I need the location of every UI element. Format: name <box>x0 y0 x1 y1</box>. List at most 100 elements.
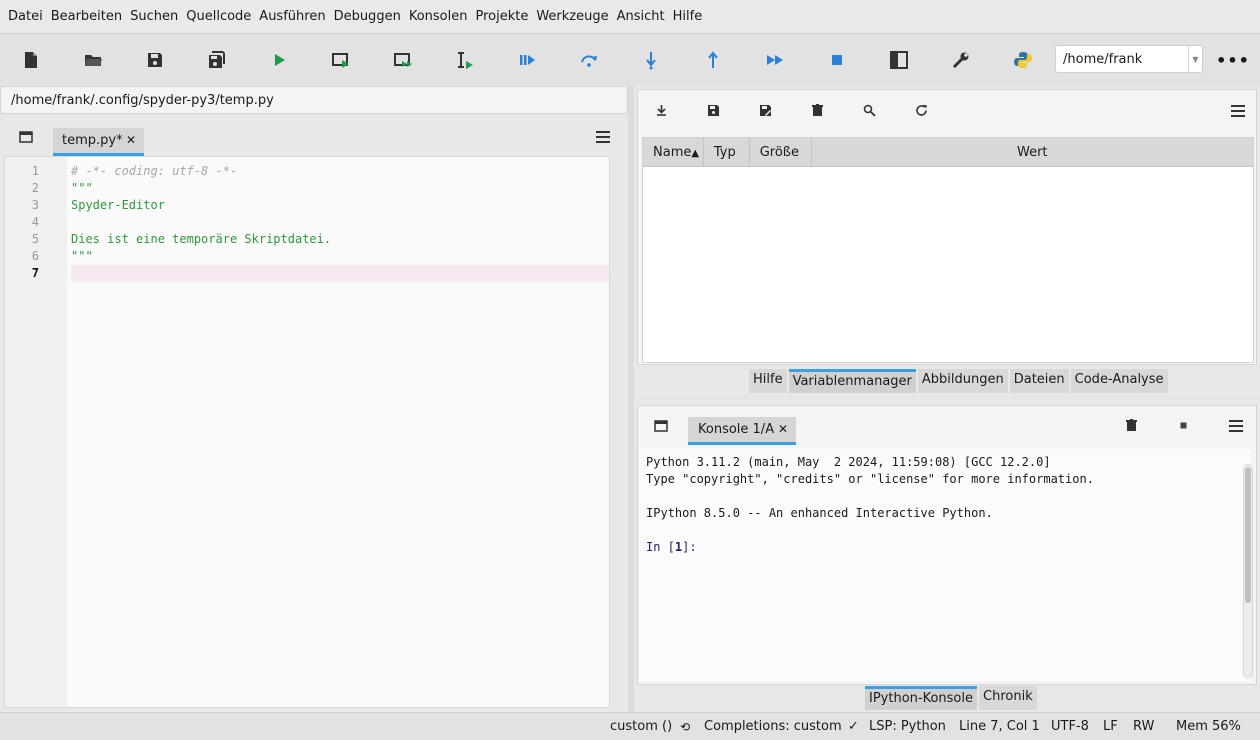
line-number: 4 <box>31 215 39 229</box>
variable-table[interactable]: Name▲ Typ Größe Wert <box>642 137 1254 363</box>
open-folder-icon[interactable] <box>79 46 107 74</box>
code-line[interactable]: Dies ist eine temporäre Skriptdatei. <box>71 231 609 248</box>
status-memory: Mem 56% <box>1176 719 1241 734</box>
save-all-icon[interactable] <box>203 46 231 74</box>
tab-ipython-konsole[interactable]: IPython-Konsole <box>865 686 977 710</box>
close-icon[interactable]: ✕ <box>778 417 788 442</box>
tab-hilfe[interactable]: Hilfe <box>749 369 787 393</box>
code-line[interactable] <box>71 214 609 231</box>
run-cell-advance-icon[interactable] <box>389 46 417 74</box>
status-completions[interactable]: Completions: custom <box>704 713 842 740</box>
remove-variables-icon[interactable] <box>1121 415 1141 435</box>
console-line: Type "copyright", "credits" or "license"… <box>646 472 1094 486</box>
code-line[interactable]: """ <box>71 248 609 265</box>
tab-variablenmanager[interactable]: Variablenmanager <box>788 369 916 393</box>
close-icon[interactable]: ✕ <box>126 128 136 153</box>
save-icon[interactable] <box>141 46 169 74</box>
remove-all-variables-icon[interactable] <box>807 100 827 120</box>
new-file-icon[interactable] <box>17 46 45 74</box>
save-data-icon[interactable] <box>703 100 723 120</box>
top-pane-tabs: Hilfe Variablenmanager Abbildungen Datei… <box>749 369 1170 393</box>
prompt-in: In [ <box>646 540 675 554</box>
run-icon[interactable] <box>265 46 293 74</box>
status-environment[interactable]: custom () <box>610 713 672 740</box>
editor-options-icon[interactable] <box>596 131 610 143</box>
console-prompt[interactable]: In [1]: <box>646 539 1244 556</box>
menu-ansicht[interactable]: Ansicht <box>613 9 669 24</box>
step-over-icon[interactable] <box>575 46 603 74</box>
code-line[interactable]: Spyder-Editor <box>71 197 609 214</box>
chevron-down-icon[interactable]: ▼ <box>1188 46 1202 72</box>
browse-tabs-icon[interactable] <box>650 415 672 437</box>
menu-konsolen[interactable]: Konsolen <box>405 9 472 24</box>
tab-chronik[interactable]: Chronik <box>979 686 1037 710</box>
sort-ascending-icon: ▲ <box>691 148 700 159</box>
more-options-icon[interactable]: ••• <box>1216 46 1249 74</box>
main-toolbar: ▼ ••• <box>0 33 1260 85</box>
interrupt-kernel-icon[interactable] <box>1173 415 1193 435</box>
variable-table-header: Name▲ Typ Größe Wert <box>643 138 1253 167</box>
code-line[interactable]: """ <box>71 180 609 197</box>
working-directory-input[interactable] <box>1056 46 1186 72</box>
working-directory-combo[interactable]: ▼ <box>1055 45 1203 73</box>
browse-tabs-icon[interactable] <box>15 126 37 148</box>
scrollbar-thumb[interactable] <box>1245 467 1251 603</box>
step-into-icon[interactable] <box>637 46 665 74</box>
refresh-icon[interactable] <box>911 100 931 120</box>
console-output[interactable]: Python 3.11.2 (main, May 2 2024, 11:59:0… <box>639 449 1251 681</box>
step-return-icon[interactable] <box>699 46 727 74</box>
console-options-icon[interactable] <box>1229 420 1243 432</box>
console-line: IPython 8.5.0 -- An enhanced Interactive… <box>646 506 993 520</box>
line-number: 2 <box>31 181 39 195</box>
run-selection-icon[interactable] <box>451 46 479 74</box>
menu-quellcode[interactable]: Quellcode <box>182 9 255 24</box>
code-lines[interactable]: # -*- coding: utf-8 -*- """ Spyder-Edito… <box>71 157 609 282</box>
column-header-name[interactable]: Name▲ <box>643 138 704 166</box>
code-line-current[interactable] <box>71 265 609 282</box>
stop-icon[interactable] <box>823 46 851 74</box>
console-tab-label: Konsole 1/A <box>698 422 775 437</box>
menu-ausfuehren[interactable]: Ausführen <box>255 9 329 24</box>
column-header-value[interactable]: Wert <box>812 138 1253 166</box>
console-tab[interactable]: Konsole 1/A ✕ <box>688 417 796 445</box>
status-rw-mode: RW <box>1133 719 1155 734</box>
variable-options-icon[interactable] <box>1231 105 1245 117</box>
search-icon[interactable] <box>859 100 879 120</box>
menu-debuggen[interactable]: Debuggen <box>330 9 405 24</box>
preferences-icon[interactable] <box>947 46 975 74</box>
menu-bearbeiten[interactable]: Bearbeiten <box>47 9 126 24</box>
column-header-type[interactable]: Typ <box>704 138 750 166</box>
save-data-as-icon[interactable] <box>755 100 775 120</box>
menu-bar: Datei Bearbeiten Suchen Quellcode Ausfüh… <box>0 0 1260 33</box>
bottom-pane-tabs: IPython-Konsole Chronik <box>865 686 1039 710</box>
debug-icon[interactable] <box>513 46 541 74</box>
run-cell-icon[interactable] <box>327 46 355 74</box>
menu-suchen[interactable]: Suchen <box>126 9 182 24</box>
tab-dateien[interactable]: Dateien <box>1009 369 1069 393</box>
code-line[interactable]: # -*- coding: utf-8 -*- <box>71 163 609 180</box>
console-scrollbar[interactable] <box>1243 464 1253 678</box>
editor-tab-bar: temp.py* ✕ <box>0 118 628 156</box>
status-lsp[interactable]: LSP: Python <box>869 713 946 740</box>
code-editor[interactable]: 1 2 3 4 5 6 7 # -*- coding: utf-8 -*- ""… <box>4 156 610 708</box>
ipython-console: Konsole 1/A ✕ Python 3.11.2 (main, May 2… <box>637 405 1257 685</box>
column-header-size[interactable]: Größe <box>750 138 812 166</box>
tab-abbildungen[interactable]: Abbildungen <box>917 369 1008 393</box>
menu-datei[interactable]: Datei <box>4 9 47 24</box>
tab-code-analyse[interactable]: Code-Analyse <box>1070 369 1168 393</box>
editor-tab-temp[interactable]: temp.py* ✕ <box>53 128 144 156</box>
menu-werkzeuge[interactable]: Werkzeuge <box>532 9 612 24</box>
check-icon: ✓ <box>848 719 859 734</box>
status-encoding: UTF-8 <box>1051 719 1089 734</box>
import-data-icon[interactable] <box>651 100 671 120</box>
python-path-icon[interactable] <box>1009 46 1037 74</box>
line-number-current: 7 <box>31 266 39 280</box>
maximize-pane-icon[interactable] <box>885 46 913 74</box>
continue-icon[interactable] <box>761 46 789 74</box>
line-number: 3 <box>31 198 39 212</box>
menu-hilfe[interactable]: Hilfe <box>669 9 707 24</box>
menu-projekte[interactable]: Projekte <box>471 9 532 24</box>
line-number: 5 <box>31 232 39 246</box>
